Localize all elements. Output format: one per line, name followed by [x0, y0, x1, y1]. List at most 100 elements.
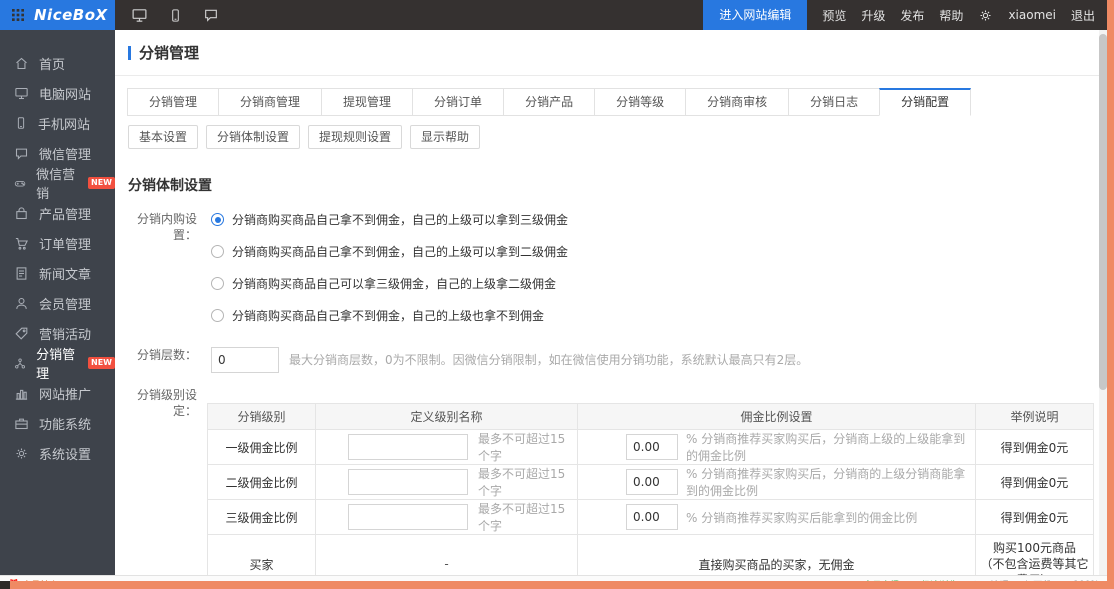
apps-grid-icon[interactable]: [10, 7, 26, 23]
desktop-background: NiceBoX 进入网站编辑 预览 升级 发布 帮助 xiaomei 退出: [0, 0, 1114, 589]
sidebar-item-label: 微信管理: [39, 144, 91, 163]
new-badge: NEW: [88, 177, 115, 189]
upgrade-link[interactable]: 升级: [861, 7, 885, 24]
live-item[interactable]: ▶今日直播: [853, 578, 899, 581]
new-badge: NEW: [88, 357, 115, 369]
sidebar-item-orders[interactable]: 订单管理: [0, 228, 115, 258]
sidebar-item-system-settings[interactable]: 系统设置: [0, 438, 115, 468]
layers-input[interactable]: [211, 347, 279, 373]
radio-option-1[interactable]: 分销商购买商品自己拿不到佣金，自己的上级可以拿到三级佣金: [211, 211, 568, 228]
level3-name-input[interactable]: [348, 504, 468, 530]
zoom-level-item[interactable]: ⌕100%: [1065, 580, 1099, 582]
sidebar-item-pc-site[interactable]: 电脑网站: [0, 78, 115, 108]
system-settings-button[interactable]: 分销体制设置: [206, 125, 300, 149]
buyer-name-cell: -: [316, 535, 578, 576]
inner-purchase-row: 分销内购设置： 分销商购买商品自己拿不到佣金，自己的上级可以拿到三级佣金 分销商…: [115, 211, 1099, 339]
sidebar-item-label: 功能系统: [39, 414, 91, 433]
scrollbar-thumb[interactable]: [1099, 34, 1107, 390]
sidebar-item-label: 手机网站: [38, 114, 90, 133]
sidebar-item-promotion[interactable]: 网站推广: [0, 378, 115, 408]
scrollbar-track[interactable]: [1099, 30, 1107, 575]
wechat-view-icon[interactable]: [203, 7, 219, 23]
desktop-view-icon[interactable]: [131, 7, 148, 24]
name-length-hint: 最多不可超过15个字: [478, 465, 577, 499]
level-cell: 买家: [208, 535, 316, 576]
download-item[interactable]: ↓下载: [1023, 578, 1052, 581]
level-cell: 二级佣金比例: [208, 465, 316, 500]
speed-browse-item[interactable]: ▯极速浏览: [913, 578, 957, 581]
tab-distributor-mgmt[interactable]: 分销商管理: [218, 88, 322, 116]
sidebar-item-mobile-site[interactable]: 手机网站: [0, 108, 115, 138]
sidebar-item-label: 首页: [39, 54, 65, 73]
radio-label: 分销商购买商品自己可以拿三级佣金，自己的上级拿二级佣金: [232, 275, 556, 292]
tab-distribution-logs[interactable]: 分销日志: [788, 88, 880, 116]
enter-site-editor-button[interactable]: 进入网站编辑: [703, 0, 807, 30]
logo-block[interactable]: NiceBoX: [0, 0, 115, 30]
level1-name-input[interactable]: [348, 434, 468, 460]
layers-hint: 最大分销商层数，0为不限制。因微信分销限制，如在微信使用分销功能，系统默认最高只…: [289, 347, 808, 373]
ai-clean-item[interactable]: ✦AI清理: [971, 578, 1008, 581]
view-switcher: [131, 7, 219, 24]
settings-gear-icon[interactable]: [978, 8, 993, 23]
sidebar-item-news[interactable]: 新闻文章: [0, 258, 115, 288]
level2-name-input[interactable]: [348, 469, 468, 495]
sidebar-item-wechat-marketing[interactable]: 微信营销 NEW: [0, 168, 115, 198]
tab-distribution-orders[interactable]: 分销订单: [412, 88, 504, 116]
tab-distribution-products[interactable]: 分销产品: [503, 88, 595, 116]
page-title: 分销管理: [139, 42, 199, 63]
status-left-item[interactable]: 🎁 会员特惠: [8, 578, 58, 581]
withdraw-rules-button[interactable]: 提现规则设置: [308, 125, 402, 149]
tab-distribution-config[interactable]: 分销配置: [879, 88, 971, 116]
buyer-example-cell: 购买100元商品 （不包含运费等其它费用）: [976, 535, 1094, 576]
user-icon: [14, 296, 29, 311]
mobile-view-icon[interactable]: [168, 8, 183, 23]
briefcase-icon: [14, 416, 29, 431]
basic-settings-button[interactable]: 基本设置: [128, 125, 198, 149]
radio-icon[interactable]: [211, 277, 224, 290]
radio-label: 分销商购买商品自己拿不到佣金，自己的上级也拿不到佣金: [232, 307, 544, 324]
tab-distribution-grades[interactable]: 分销等级: [594, 88, 686, 116]
browser-status-bar: 🎁 会员特惠 ▶今日直播 ▯极速浏览 ✦AI清理 ↓下载 ⌕100%: [0, 575, 1107, 581]
tab-withdraw-mgmt[interactable]: 提现管理: [321, 88, 413, 116]
tab-distributor-audit[interactable]: 分销商审核: [685, 88, 789, 116]
table-row: 三级佣金比例 最多不可超过15个字 % 分销商推荐买家购买后能拿到的佣金比例 得…: [208, 500, 1094, 535]
sidebar-item-function-system[interactable]: 功能系统: [0, 408, 115, 438]
sidebar-item-label: 新闻文章: [39, 264, 91, 283]
logout-link[interactable]: 退出: [1071, 7, 1095, 24]
browser-window: NiceBoX 进入网站编辑 预览 升级 发布 帮助 xiaomei 退出: [0, 0, 1107, 581]
sidebar-item-label: 会员管理: [39, 294, 91, 313]
show-help-button[interactable]: 显示帮助: [410, 125, 480, 149]
col-header-rate: 佣金比例设置: [578, 404, 976, 430]
buyer-row: 买家 - 直接购买商品的买家，无佣金 购买100元商品 （不包含运费等其它费用）: [208, 535, 1094, 576]
sidebar-item-label: 系统设置: [39, 444, 91, 463]
grade-label: 分销级别设定：: [115, 387, 197, 419]
radio-icon[interactable]: [211, 245, 224, 258]
sidebar-item-products[interactable]: 产品管理: [0, 198, 115, 228]
username[interactable]: xiaomei: [1008, 8, 1056, 22]
radio-option-2[interactable]: 分销商购买商品自己拿不到佣金，自己的上级可以拿到二级佣金: [211, 243, 568, 260]
level2-rate-input[interactable]: [626, 469, 678, 495]
sidebar-item-members[interactable]: 会员管理: [0, 288, 115, 318]
inner-purchase-label: 分销内购设置：: [115, 211, 197, 243]
buyer-example-line2: （不包含运费等其它费用）: [976, 556, 1093, 575]
preview-link[interactable]: 预览: [822, 7, 846, 24]
radio-option-4[interactable]: 分销商购买商品自己拿不到佣金，自己的上级也拿不到佣金: [211, 307, 568, 324]
level3-rate-input[interactable]: [626, 504, 678, 530]
radio-icon[interactable]: [211, 213, 224, 226]
sidebar-item-home[interactable]: 首页: [0, 48, 115, 78]
main-content: 分销管理 分销管理 分销商管理 提现管理 分销订单 分销产品 分销等级 分销商审…: [115, 30, 1099, 575]
status-right-items: ▶今日直播 ▯极速浏览 ✦AI清理 ↓下载 ⌕100%: [853, 578, 1099, 581]
sidebar-item-distribution[interactable]: 分销管理 NEW: [0, 348, 115, 378]
help-link[interactable]: 帮助: [939, 7, 963, 24]
level-cell: 三级佣金比例: [208, 500, 316, 535]
rate-desc: % 分销商推荐买家购买后，分销商上级的上级能拿到的佣金比例: [686, 430, 975, 464]
level1-rate-input[interactable]: [626, 434, 678, 460]
radio-option-3[interactable]: 分销商购买商品自己可以拿三级佣金，自己的上级拿二级佣金: [211, 275, 568, 292]
sidebar-item-label: 订单管理: [39, 234, 91, 253]
publish-link[interactable]: 发布: [900, 7, 924, 24]
col-header-level: 分销级别: [208, 404, 316, 430]
broom-icon: ✦: [971, 580, 979, 582]
tab-distribution-mgmt[interactable]: 分销管理: [127, 88, 219, 116]
radio-icon[interactable]: [211, 309, 224, 322]
example-cell: 得到佣金0元: [976, 500, 1094, 535]
